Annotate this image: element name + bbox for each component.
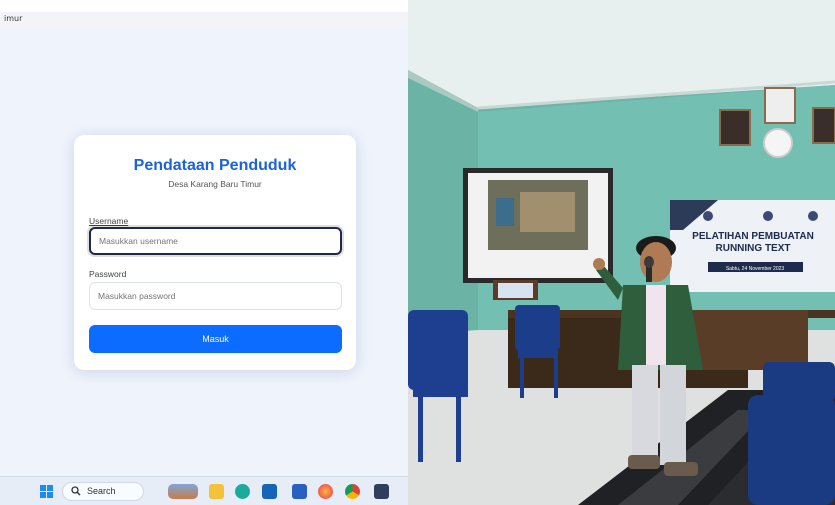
login-card: Pendataan Penduduk Desa Karang Baru Timu… <box>74 135 356 370</box>
browser-tab-title[interactable]: imur <box>4 14 22 23</box>
weather-icon[interactable] <box>168 484 198 499</box>
page-title: Pendataan Penduduk <box>133 157 297 174</box>
banner-title-1: PELATIHAN PEMBUATAN <box>692 231 814 242</box>
banner-date: Sabtu, 24 November 2023 <box>726 266 785 272</box>
login-screenshot: imur Pendataan Penduduk Desa Karang Baru… <box>0 0 408 505</box>
ms-app-icon[interactable] <box>292 484 307 499</box>
wall-frame <box>719 109 751 146</box>
search-icon <box>71 486 81 496</box>
chrome-icon[interactable] <box>345 484 360 499</box>
edge-icon[interactable] <box>235 484 250 499</box>
app-icon[interactable] <box>374 484 389 499</box>
taskbar: Search <box>0 476 408 505</box>
browser-tab-strip: imur <box>0 12 408 28</box>
search-label: Search <box>87 486 116 496</box>
file-explorer-icon[interactable] <box>209 484 224 499</box>
firefox-icon[interactable] <box>318 484 333 499</box>
training-photo: PELATIHAN PEMBUATAN RUNNING TEXT Sabtu, … <box>408 0 835 505</box>
wall-frame <box>764 87 796 124</box>
password-input[interactable] <box>89 282 342 310</box>
taskbar-search[interactable]: Search <box>62 482 144 501</box>
store-icon[interactable] <box>262 484 277 499</box>
username-input[interactable] <box>89 227 342 255</box>
wall-frame <box>812 107 835 144</box>
username-label: Username <box>89 216 129 226</box>
photo-scene: PELATIHAN PEMBUATAN RUNNING TEXT Sabtu, … <box>408 0 835 505</box>
password-label: Password <box>89 269 127 279</box>
banner-title-2: RUNNING TEXT <box>716 243 791 254</box>
windows-start-icon[interactable] <box>40 485 53 498</box>
page-subtitle: Desa Karang Baru Timur <box>168 179 262 189</box>
wall-clock <box>763 128 793 158</box>
login-button[interactable]: Masuk <box>89 325 342 353</box>
